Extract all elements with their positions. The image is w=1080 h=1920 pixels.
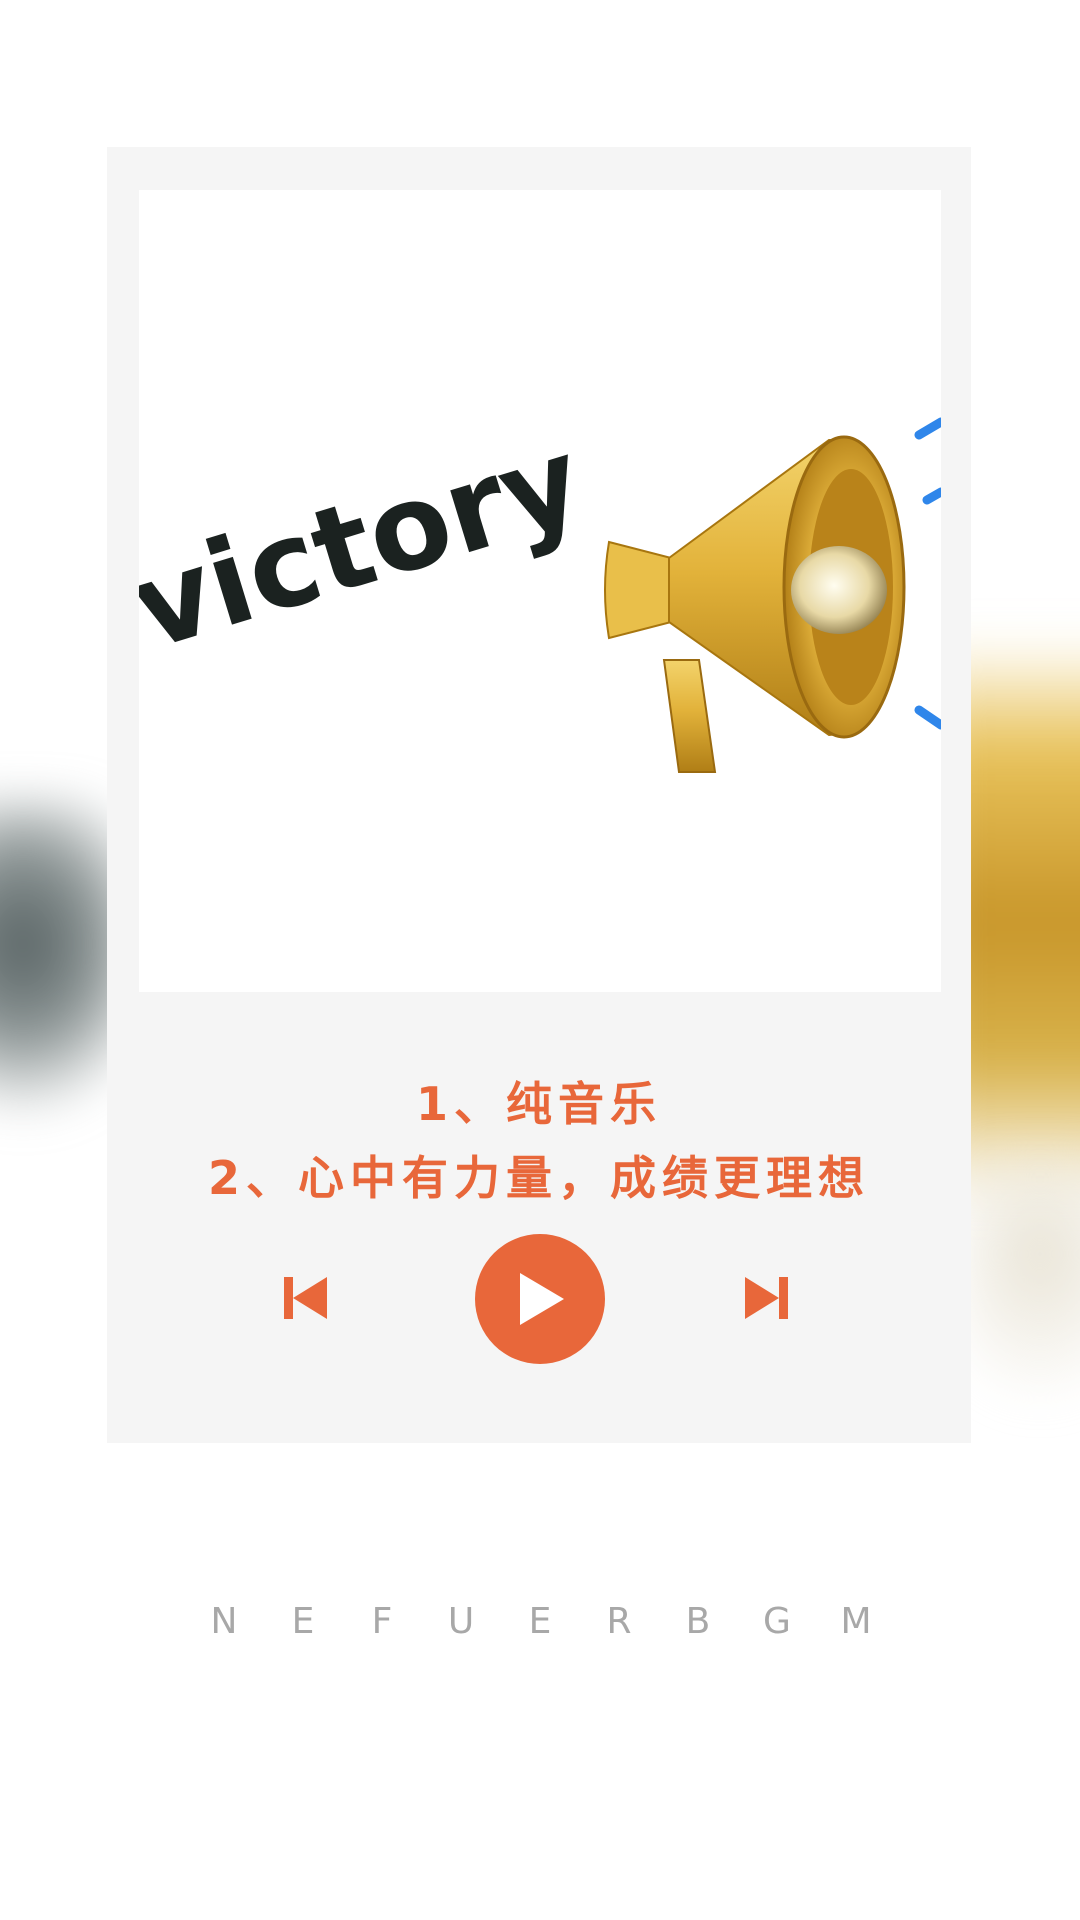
music-player-page: victory 1、纯音乐 2、心中有力量，成绩更理想 N E F U E R …: [0, 0, 1080, 1920]
background-blur-soft: [960, 1150, 1080, 1410]
footer-letters: N E F U E R B G M: [0, 1600, 1080, 1644]
song-line-1: 1、纯音乐: [415, 1077, 662, 1131]
footer-letter: M: [840, 1601, 872, 1642]
album-art: victory: [139, 190, 941, 992]
megaphone-icon: [604, 417, 941, 773]
footer-letter: R: [606, 1601, 632, 1642]
footer-letter: N: [210, 1601, 238, 1642]
playback-controls: [107, 1234, 971, 1364]
skip-next-icon: [745, 1277, 788, 1319]
song-title-block: 1、纯音乐 2、心中有力量，成绩更理想: [107, 1067, 971, 1215]
next-track-button[interactable]: [739, 1270, 795, 1326]
album-art-image: victory: [139, 410, 941, 773]
footer-letter: G: [763, 1601, 791, 1642]
player-card: victory 1、纯音乐 2、心中有力量，成绩更理想: [107, 147, 971, 1443]
footer-letter: U: [447, 1601, 475, 1642]
footer-letter: E: [291, 1601, 315, 1642]
footer-letter: E: [528, 1601, 552, 1642]
victory-word: victory: [139, 410, 597, 676]
play-button[interactable]: [475, 1234, 605, 1364]
song-line-2: 2、心中有力量，成绩更理想: [207, 1151, 870, 1205]
previous-track-button[interactable]: [277, 1270, 333, 1326]
play-icon: [520, 1273, 564, 1325]
skip-previous-icon: [284, 1277, 327, 1319]
footer-letter: F: [371, 1601, 393, 1642]
footer-letter: B: [685, 1601, 711, 1642]
